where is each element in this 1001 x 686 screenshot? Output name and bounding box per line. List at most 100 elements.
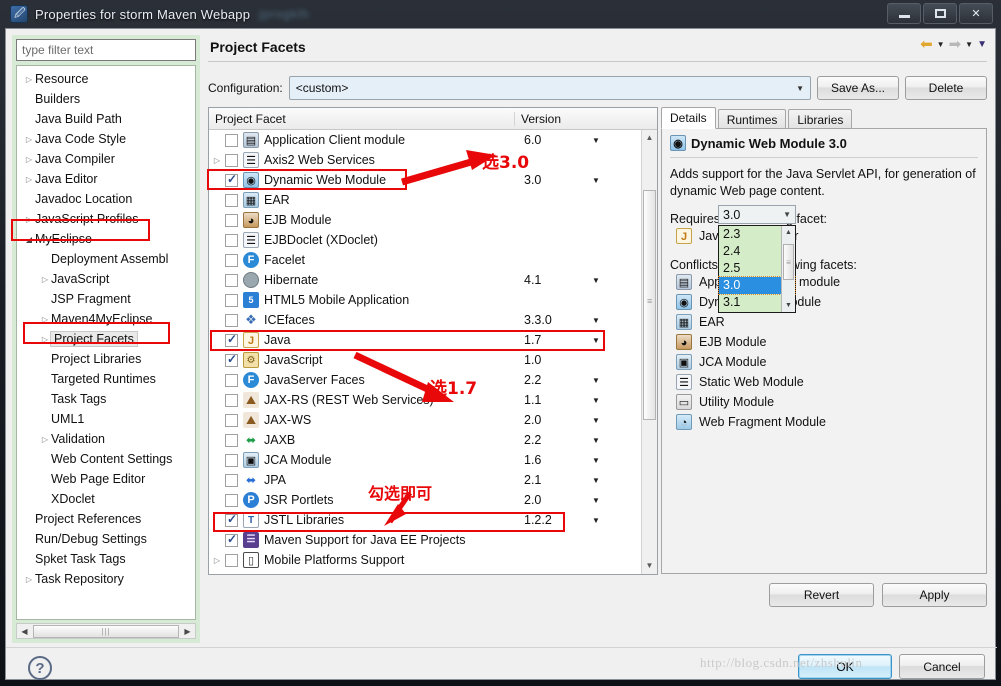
table-row[interactable]: ❖ ICEfaces 3.3.0 ▼: [209, 310, 657, 330]
sidebar-horizontal-scrollbar[interactable]: ◀ ||| ▶: [16, 623, 196, 639]
facet-checkbox[interactable]: [225, 433, 238, 447]
sidebar-item-builders[interactable]: Builders: [17, 89, 195, 109]
table-row[interactable]: P JSR Portlets 2.0 ▼: [209, 490, 657, 510]
sidebar-item-javadoc-location[interactable]: Javadoc Location: [17, 189, 195, 209]
chevron-down-icon[interactable]: ▼: [783, 206, 791, 224]
sidebar-item-java-build-path[interactable]: Java Build Path: [17, 109, 195, 129]
chevron-down-icon[interactable]: ▼: [592, 396, 600, 405]
project-facets-table[interactable]: Project Facet Version ▤ Application Clien…: [208, 107, 658, 575]
facet-checkbox[interactable]: [225, 133, 238, 147]
table-row[interactable]: ▦ EAR: [209, 190, 657, 210]
sidebar-item-project-libraries[interactable]: Project Libraries: [17, 349, 195, 369]
maximize-button[interactable]: [923, 3, 957, 24]
table-row[interactable]: ▯ Mobile Platforms Support: [209, 550, 657, 570]
facet-checkbox[interactable]: [225, 273, 238, 287]
facet-checkbox[interactable]: [225, 313, 238, 327]
facet-checkbox[interactable]: [225, 352, 238, 367]
facet-checkbox[interactable]: [225, 553, 238, 567]
sidebar-item-jsp-fragment[interactable]: JSP Fragment: [17, 289, 195, 309]
table-row[interactable]: ▤ Application Client module 6.0 ▼: [209, 130, 657, 150]
scrollbar-thumb[interactable]: |||: [33, 624, 179, 638]
table-row[interactable]: ◕ EJB Module: [209, 210, 657, 230]
twisty-collapsed-icon[interactable]: [23, 215, 35, 224]
scroll-up-icon[interactable]: ▲: [642, 130, 657, 146]
back-arrow-icon[interactable]: ⬅: [920, 37, 933, 52]
chevron-down-icon[interactable]: ▼: [592, 516, 600, 525]
sidebar-item-uml1[interactable]: UML1: [17, 409, 195, 429]
sidebar-item-javascript[interactable]: JavaScript: [17, 269, 195, 289]
facet-checkbox[interactable]: [225, 172, 238, 187]
sidebar-item-task-tags[interactable]: Task Tags: [17, 389, 195, 409]
facet-checkbox[interactable]: [225, 393, 238, 407]
scroll-left-icon[interactable]: ◀: [17, 627, 32, 636]
sidebar-item-project-facets[interactable]: Project Facets: [17, 329, 195, 349]
table-row[interactable]: ☰ Maven Support for Java EE Projects: [209, 530, 657, 550]
back-dropdown-icon[interactable]: ▼: [937, 40, 945, 49]
chevron-down-icon[interactable]: ▼: [592, 316, 600, 325]
sidebar-item-javascript-profiles[interactable]: JavaScript Profiles: [17, 209, 195, 229]
table-row[interactable]: ⬌ JAXB 2.2 ▼: [209, 430, 657, 450]
twisty-collapsed-icon[interactable]: [23, 575, 35, 584]
tab-libraries[interactable]: Libraries: [788, 109, 853, 129]
version-combo-dynamic-web[interactable]: 3.0 ▼: [718, 205, 796, 224]
scroll-down-icon[interactable]: ▼: [782, 299, 795, 312]
facet-checkbox[interactable]: [225, 193, 238, 207]
twisty-collapsed-icon[interactable]: [39, 435, 51, 444]
twisty-collapsed-icon[interactable]: [23, 135, 35, 144]
chevron-down-icon[interactable]: ▼: [592, 436, 600, 445]
minimize-button[interactable]: [887, 3, 921, 24]
facet-checkbox[interactable]: [225, 373, 238, 387]
sidebar-item-targeted-runtimes[interactable]: Targeted Runtimes: [17, 369, 195, 389]
tab-runtimes[interactable]: Runtimes: [717, 109, 787, 129]
revert-button[interactable]: Revert: [769, 583, 874, 607]
chevron-down-icon[interactable]: ▼: [592, 476, 600, 485]
chevron-down-icon[interactable]: ▼: [592, 136, 600, 145]
twisty-collapsed-icon[interactable]: [209, 156, 225, 165]
cancel-button[interactable]: Cancel: [899, 654, 985, 679]
table-row[interactable]: T JSTL Libraries 1.2.2 ▼: [209, 510, 657, 530]
sidebar-item-web-page-editor[interactable]: Web Page Editor: [17, 469, 195, 489]
table-row[interactable]: Hibernate 4.1 ▼: [209, 270, 657, 290]
save-as-button[interactable]: Save As...: [817, 76, 899, 100]
table-body[interactable]: ▤ Application Client module 6.0 ▼ ☰ Axis2 Web…: [209, 130, 657, 570]
facet-checkbox[interactable]: [225, 332, 238, 347]
facet-checkbox[interactable]: [225, 293, 238, 307]
table-row[interactable]: J Java 1.7 ▼: [209, 330, 657, 350]
table-row[interactable]: F Facelet: [209, 250, 657, 270]
twisty-collapsed-icon[interactable]: [23, 75, 35, 84]
twisty-collapsed-icon[interactable]: [209, 556, 225, 565]
scrollbar-thumb[interactable]: [643, 190, 656, 420]
chevron-down-icon[interactable]: ▼: [592, 456, 600, 465]
chevron-down-icon[interactable]: ▼: [592, 176, 600, 185]
facet-checkbox[interactable]: [225, 453, 238, 467]
tab-details[interactable]: Details: [661, 107, 716, 129]
apply-button[interactable]: Apply: [882, 583, 987, 607]
table-row[interactable]: ▣ JCA Module 1.6 ▼: [209, 450, 657, 470]
scroll-up-icon[interactable]: ▲: [782, 226, 795, 239]
facet-checkbox[interactable]: [225, 413, 238, 427]
sidebar-item-spket-task-tags[interactable]: Spket Task Tags: [17, 549, 195, 569]
version-dropdown-list[interactable]: 2.3 2.4 2.5 3.0 3.1 ▲ ≡ ▼: [718, 225, 796, 313]
sidebar-item-run-debug-settings[interactable]: Run/Debug Settings: [17, 529, 195, 549]
configuration-select[interactable]: <custom> ▼: [288, 76, 811, 100]
close-button[interactable]: ✕: [959, 3, 993, 24]
forward-arrow-icon[interactable]: ➡: [949, 37, 962, 52]
menu-dropdown-icon[interactable]: ▼: [977, 39, 987, 50]
facet-checkbox[interactable]: [225, 493, 238, 507]
facets-vertical-scrollbar[interactable]: ▲ ▼: [641, 130, 657, 574]
scroll-down-icon[interactable]: ▼: [642, 558, 657, 574]
delete-button[interactable]: Delete: [905, 76, 987, 100]
sidebar-item-task-repository[interactable]: Task Repository: [17, 569, 195, 589]
chevron-down-icon[interactable]: ▼: [592, 376, 600, 385]
filter-input[interactable]: [16, 39, 196, 61]
sidebar-item-xdoclet[interactable]: XDoclet: [17, 489, 195, 509]
help-icon[interactable]: ?: [28, 656, 52, 680]
twisty-collapsed-icon[interactable]: [23, 175, 35, 184]
facet-checkbox[interactable]: [225, 153, 238, 167]
forward-dropdown-icon[interactable]: ▼: [965, 40, 973, 49]
table-row[interactable]: ◉ Dynamic Web Module 3.0 ▼: [209, 170, 657, 190]
chevron-down-icon[interactable]: ▼: [592, 336, 600, 345]
sidebar-item-java-compiler[interactable]: Java Compiler: [17, 149, 195, 169]
facet-checkbox[interactable]: [225, 473, 238, 487]
sidebar-item-maven4myeclipse[interactable]: Maven4MyEclipse: [17, 309, 195, 329]
